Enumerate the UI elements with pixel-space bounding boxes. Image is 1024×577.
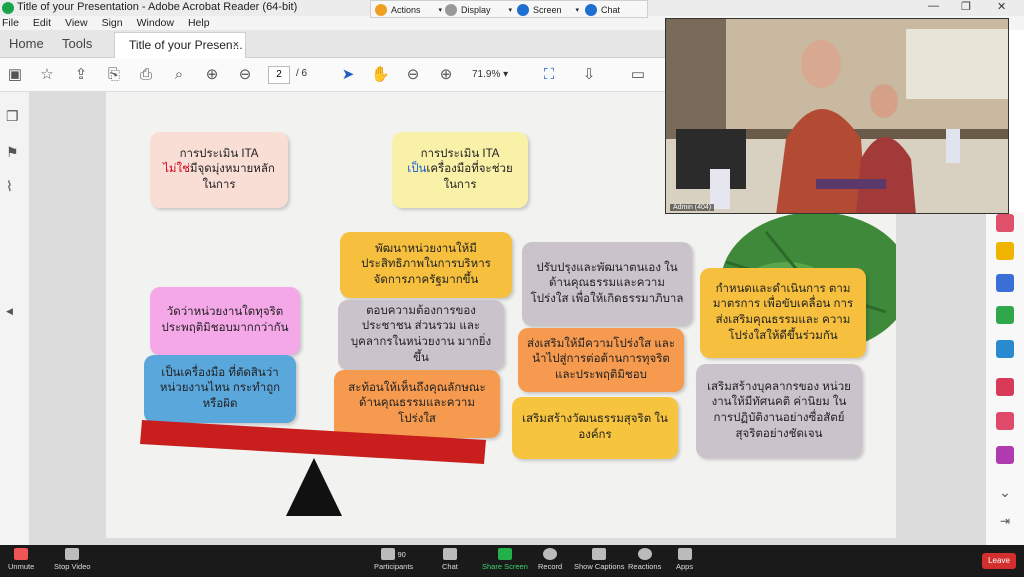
reactions-button[interactable]: Reactions	[628, 548, 661, 571]
tab-bar: Home Tools Title of your Presen... ×	[0, 30, 665, 58]
create-pdf-icon[interactable]	[996, 214, 1014, 232]
minimize-icon[interactable]: —	[928, 0, 939, 12]
select-cursor-icon[interactable]: ➤	[339, 66, 357, 84]
save-icon[interactable]: ▣	[6, 66, 24, 84]
hand-icon[interactable]: ✋	[371, 66, 390, 84]
document-tab-label: Title of your Presen...	[129, 38, 243, 52]
chat-meeting-button[interactable]: Chat	[442, 548, 458, 571]
apps-button[interactable]: Apps	[676, 548, 693, 571]
scroll-mode-icon[interactable]: ⇩	[580, 66, 598, 84]
page-number-input[interactable]: 2	[268, 66, 290, 84]
define-measures-box: กำหนดและดำเนินการ ตามมาตรการ เพื่อขับเคล…	[700, 268, 866, 358]
pages-icon[interactable]: ❐	[6, 108, 22, 126]
comment-icon[interactable]: ▭	[629, 66, 647, 84]
integrity-culture-box: เสริมสร้างวัฒนธรรมสุจริต ในองค์กร	[512, 397, 678, 459]
window-title: Title of your Presentation - Adobe Acrob…	[17, 1, 298, 13]
menu-help[interactable]: Help	[188, 16, 210, 30]
lightning-icon	[375, 4, 387, 16]
star-icon[interactable]: ☆	[38, 66, 56, 84]
ita-not-purpose-box: การประเมิน ITA ไม่ใช่มีจุดมุ่งหมายหลัก ใ…	[150, 132, 288, 208]
menu-sign[interactable]: Sign	[102, 16, 123, 30]
record-icon	[543, 548, 558, 560]
bookmark-icon[interactable]: ⚑	[6, 144, 22, 162]
share-screen-icon	[497, 548, 512, 560]
show-captions-button[interactable]: Show Captions	[574, 548, 624, 571]
tab-document[interactable]: Title of your Presen... ×	[114, 32, 246, 58]
right-tools-panel: ⌄ ⇥	[985, 212, 1024, 545]
balance-fulcrum	[286, 458, 342, 516]
collapse-panel-icon[interactable]: ⇥	[996, 514, 1014, 532]
smiley-icon	[637, 548, 652, 560]
close-tab-icon[interactable]: ×	[233, 33, 239, 57]
captions-icon	[592, 548, 607, 560]
menu-view[interactable]: View	[65, 16, 88, 30]
actions-button[interactable]: Actions ▾	[375, 3, 442, 17]
menu-window[interactable]: Window	[137, 16, 174, 30]
screen-button[interactable]: Screen ▾	[517, 3, 579, 17]
strengthen-personnel-box: เสริมสร้างบุคลากรของ หน่วยงานให้มีทัศนคต…	[696, 364, 862, 458]
meeting-controls-bar: Unmute Stop Video 90 Participants Chat S…	[0, 545, 1024, 577]
participants-icon	[381, 548, 396, 560]
zoom-app-icon	[2, 2, 14, 14]
edit-pdf-icon[interactable]	[996, 306, 1014, 324]
promote-transparency-box: ส่งเสริมให้มีความโปร่งใส และ นำไปสู่การต…	[518, 328, 684, 392]
zoom-in-icon[interactable]: ⊕	[437, 66, 455, 84]
fill-sign-icon[interactable]	[996, 378, 1014, 396]
fit-page-icon[interactable]: ⛶	[540, 66, 558, 84]
record-button[interactable]: Record	[538, 548, 562, 571]
share-toolbar: Actions ▾ Display ▾ Screen ▾ Chat	[370, 0, 648, 18]
upload-icon[interactable]: ⇪	[72, 66, 90, 84]
page-total: / 6	[296, 68, 308, 79]
tab-home[interactable]: Home	[9, 30, 44, 58]
share-file-icon[interactable]: ⎘	[105, 66, 123, 84]
expand-left-icon[interactable]: ◀	[6, 306, 22, 324]
zoom-search-icon[interactable]: ⌕	[170, 66, 188, 84]
unmute-button[interactable]: Unmute	[8, 548, 34, 571]
page-down-icon[interactable]: ⊖	[236, 66, 254, 84]
menu-file[interactable]: File	[2, 16, 19, 30]
left-navigation-panel: ❐ ⚑ ⌇ ◀	[0, 92, 30, 545]
video-participant-label: Admin (404)	[670, 204, 715, 211]
participants-button[interactable]: 90 Participants	[374, 548, 413, 571]
balance-beam	[140, 420, 486, 464]
share-screen-button[interactable]: Share Screen	[482, 548, 528, 571]
organize-pages-icon[interactable]	[996, 340, 1014, 358]
menu-edit[interactable]: Edit	[33, 16, 51, 30]
print-icon[interactable]: ⎙	[137, 66, 155, 84]
leave-button[interactable]: Leave	[982, 553, 1016, 569]
develop-efficiency-box: พัฒนาหน่วยงานให้มี ประสิทธิภาพในการบริหา…	[340, 232, 512, 298]
apps-icon	[677, 548, 692, 560]
maximize-icon[interactable]: ❐	[961, 0, 971, 13]
export-pdf-icon[interactable]	[996, 274, 1014, 292]
improve-self-box: ปรับปรุงและพัฒนาตนเอง ในด้านคุณธรรมและคว…	[522, 242, 692, 326]
balance-scale	[140, 420, 486, 516]
attachment-icon[interactable]: ⌇	[6, 178, 22, 196]
chevron-down-icon[interactable]: ⌄	[996, 484, 1014, 502]
gear-icon	[445, 4, 457, 16]
stop-video-button[interactable]: Stop Video	[54, 548, 91, 571]
microphone-muted-icon	[14, 548, 29, 560]
chat-bubble-icon	[442, 548, 457, 560]
page-up-icon[interactable]: ⊕	[203, 66, 221, 84]
tab-tools[interactable]: Tools	[62, 30, 92, 58]
send-for-signature-icon[interactable]	[996, 446, 1014, 464]
respond-needs-box: ตอบความต้องการของ ประชาชน ส่วนรวม และ บุ…	[338, 300, 504, 370]
participant-video[interactable]: Admin (404)	[665, 18, 1009, 214]
zoom-level-select[interactable]: 71.9% ▾	[472, 66, 524, 84]
display-button[interactable]: Display ▾	[445, 3, 512, 17]
ita-tool-box: การประเมิน ITA เป็นเครื่องมือที่จะช่วย ใ…	[392, 132, 528, 208]
video-feed-image	[666, 19, 1008, 213]
close-icon[interactable]: ✕	[997, 0, 1006, 13]
protect-icon[interactable]	[996, 412, 1014, 430]
pink-box: วัดว่าหน่วยงานใดทุจริต ประพฤติมิชอบมากกว…	[150, 287, 300, 355]
video-camera-icon	[65, 548, 80, 560]
chat-button[interactable]: Chat	[585, 3, 620, 17]
comment-tool-icon[interactable]	[996, 242, 1014, 260]
screen-icon	[517, 4, 529, 16]
acrobat-toolbar: ▣ ☆ ⇪ ⎘ ⎙ ⌕ ⊕ ⊖ 2 / 6 ➤ ✋ ⊖ ⊕ 71.9% ▾ ⛶ …	[0, 58, 665, 92]
chat-icon	[585, 4, 597, 16]
zoom-out-icon[interactable]: ⊖	[404, 66, 422, 84]
